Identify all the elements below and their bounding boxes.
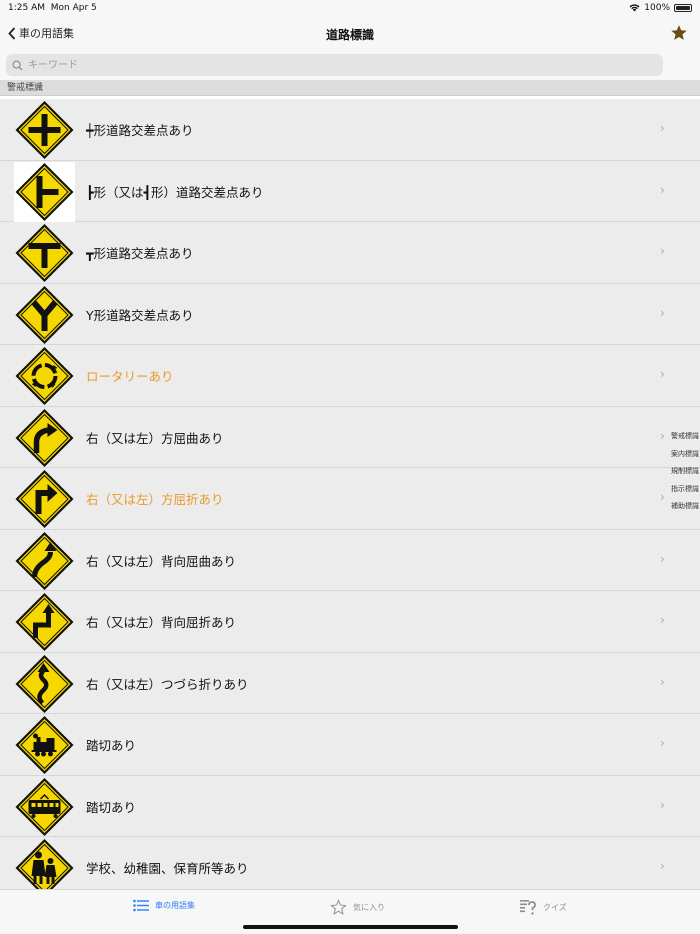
crossroads-sign-icon bbox=[15, 101, 74, 159]
list-item-label: 右（又は左）方屈曲あり bbox=[86, 430, 224, 446]
section-index[interactable]: 警戒標識 案内標識 規制標識 指示標識 補助標識 bbox=[667, 428, 699, 516]
chevron-right-icon: › bbox=[660, 490, 665, 504]
page-title: 道路標識 bbox=[325, 28, 374, 42]
chevron-right-icon: › bbox=[660, 613, 665, 627]
list-item[interactable]: 右（又は左）背向屈曲あり › bbox=[0, 529, 700, 591]
index-item-auxiliary[interactable]: 補助標識 bbox=[667, 498, 699, 516]
sign-list[interactable]: ┿形道路交差点あり › ┣形（又は┫形）道路交差点あり › ┳形道路交差点あり … bbox=[0, 99, 700, 889]
chevron-right-icon: › bbox=[660, 736, 665, 750]
search-bar bbox=[0, 50, 700, 80]
list-item-label: 右（又は左）つづら折りあり bbox=[86, 676, 249, 692]
curve-right-sign-icon bbox=[15, 408, 74, 467]
turn-right-sign-icon bbox=[15, 470, 74, 528]
index-item-guide[interactable]: 案内標識 bbox=[667, 446, 699, 464]
chevron-right-icon: › bbox=[660, 305, 665, 320]
chevron-right-icon: › bbox=[660, 121, 665, 135]
search-field[interactable] bbox=[6, 54, 663, 76]
reverse-turn-sign-icon bbox=[15, 593, 74, 651]
search-input[interactable] bbox=[28, 59, 628, 71]
list-item-label: 右（又は左）背向屈折あり bbox=[86, 615, 237, 630]
list-item[interactable]: 右（又は左）方屈折あり › bbox=[0, 468, 700, 530]
winding-road-sign-icon bbox=[15, 654, 74, 713]
search-icon bbox=[12, 60, 23, 71]
chevron-right-icon: › bbox=[660, 797, 665, 812]
list-item[interactable]: Y形道路交差点あり › bbox=[0, 283, 700, 345]
list-item-label: 踏切あり bbox=[86, 799, 137, 815]
chevron-right-icon: › bbox=[660, 182, 665, 197]
list-item-label: 右（又は左）方屈折あり bbox=[86, 492, 224, 507]
battery-icon bbox=[674, 4, 692, 12]
chevron-right-icon: › bbox=[660, 428, 665, 443]
railroad-crossing-tram-sign-icon bbox=[15, 777, 74, 836]
list-item[interactable]: 踏切あり › bbox=[0, 775, 700, 837]
tab-label: 気に入り bbox=[353, 903, 385, 912]
quiz-icon bbox=[520, 900, 536, 915]
t-junction-sign-icon bbox=[15, 224, 74, 282]
list-item[interactable]: 踏切あり › bbox=[0, 714, 700, 776]
list-item-label: ┳形道路交差点あり bbox=[86, 246, 194, 261]
chevron-right-icon: › bbox=[660, 859, 665, 873]
railroad-crossing-steam-sign-icon bbox=[15, 716, 74, 774]
list-item[interactable]: 右（又は左）つづら折りあり › bbox=[0, 652, 700, 714]
y-junction-sign-icon bbox=[15, 285, 74, 344]
section-header: 警戒標識 bbox=[0, 80, 700, 96]
navigation-bar: 車の用語集 道路標識 bbox=[0, 16, 700, 50]
status-time: 1:25 AM Mon Apr 5 bbox=[8, 3, 97, 13]
list-item[interactable]: 右（又は左）方屈曲あり › bbox=[0, 406, 700, 468]
list-item-label: Y形道路交差点あり bbox=[86, 307, 194, 323]
status-right: 100% bbox=[629, 3, 692, 13]
list-item[interactable]: 右（又は左）背向屈折あり › bbox=[0, 591, 700, 653]
roundabout-sign-icon bbox=[15, 347, 74, 405]
list-item-label: 右（又は左）背向屈曲あり bbox=[86, 553, 237, 569]
chevron-right-icon: › bbox=[660, 244, 665, 258]
star-outline-icon bbox=[330, 899, 347, 915]
status-bar: 1:25 AM Mon Apr 5 100% bbox=[0, 0, 700, 16]
list-item[interactable]: ┣形（又は┫形）道路交差点あり › bbox=[0, 160, 700, 222]
list-item-label: ┿形道路交差点あり bbox=[86, 123, 194, 138]
list-item[interactable]: 学校、幼稚園、保育所等あり › bbox=[0, 837, 700, 889]
list-item-label: 学校、幼稚園、保育所等あり bbox=[86, 861, 249, 876]
list-item-label: ┣形（又は┫形）道路交差点あり bbox=[86, 184, 264, 200]
clock-text: 1:25 AM bbox=[8, 3, 45, 13]
index-item-warning[interactable]: 警戒標識 bbox=[667, 428, 699, 446]
home-indicator bbox=[243, 925, 458, 929]
list-item[interactable]: ┿形道路交差点あり › bbox=[0, 99, 700, 161]
date-text: Mon Apr 5 bbox=[50, 3, 97, 13]
list-item[interactable]: ┳形道路交差点あり › bbox=[0, 222, 700, 284]
tab-label: クイズ bbox=[543, 903, 567, 912]
list-icon bbox=[133, 899, 149, 912]
list-item[interactable]: ロータリーあり › bbox=[0, 345, 700, 407]
index-item-regulatory[interactable]: 規制標識 bbox=[667, 463, 699, 481]
wifi-icon bbox=[629, 4, 640, 12]
list-item-label: ロータリーあり bbox=[86, 369, 174, 384]
school-zone-sign-icon bbox=[15, 839, 74, 889]
battery-percent: 100% bbox=[644, 3, 670, 13]
reverse-curve-sign-icon bbox=[15, 531, 74, 590]
tab-quiz[interactable]: クイズ bbox=[519, 899, 567, 916]
tab-favorites[interactable]: 気に入り bbox=[330, 899, 385, 916]
tab-glossary[interactable]: 車の用語集 bbox=[133, 899, 195, 912]
chevron-right-icon: › bbox=[660, 367, 665, 381]
index-item-instruction[interactable]: 指示標識 bbox=[667, 481, 699, 499]
tab-label: 車の用語集 bbox=[155, 901, 195, 910]
t-junction-side-sign-icon bbox=[15, 162, 74, 221]
chevron-right-icon: › bbox=[660, 551, 665, 566]
chevron-right-icon: › bbox=[660, 674, 665, 689]
favorite-star-icon[interactable] bbox=[670, 24, 688, 42]
list-item-label: 踏切あり bbox=[86, 738, 137, 753]
